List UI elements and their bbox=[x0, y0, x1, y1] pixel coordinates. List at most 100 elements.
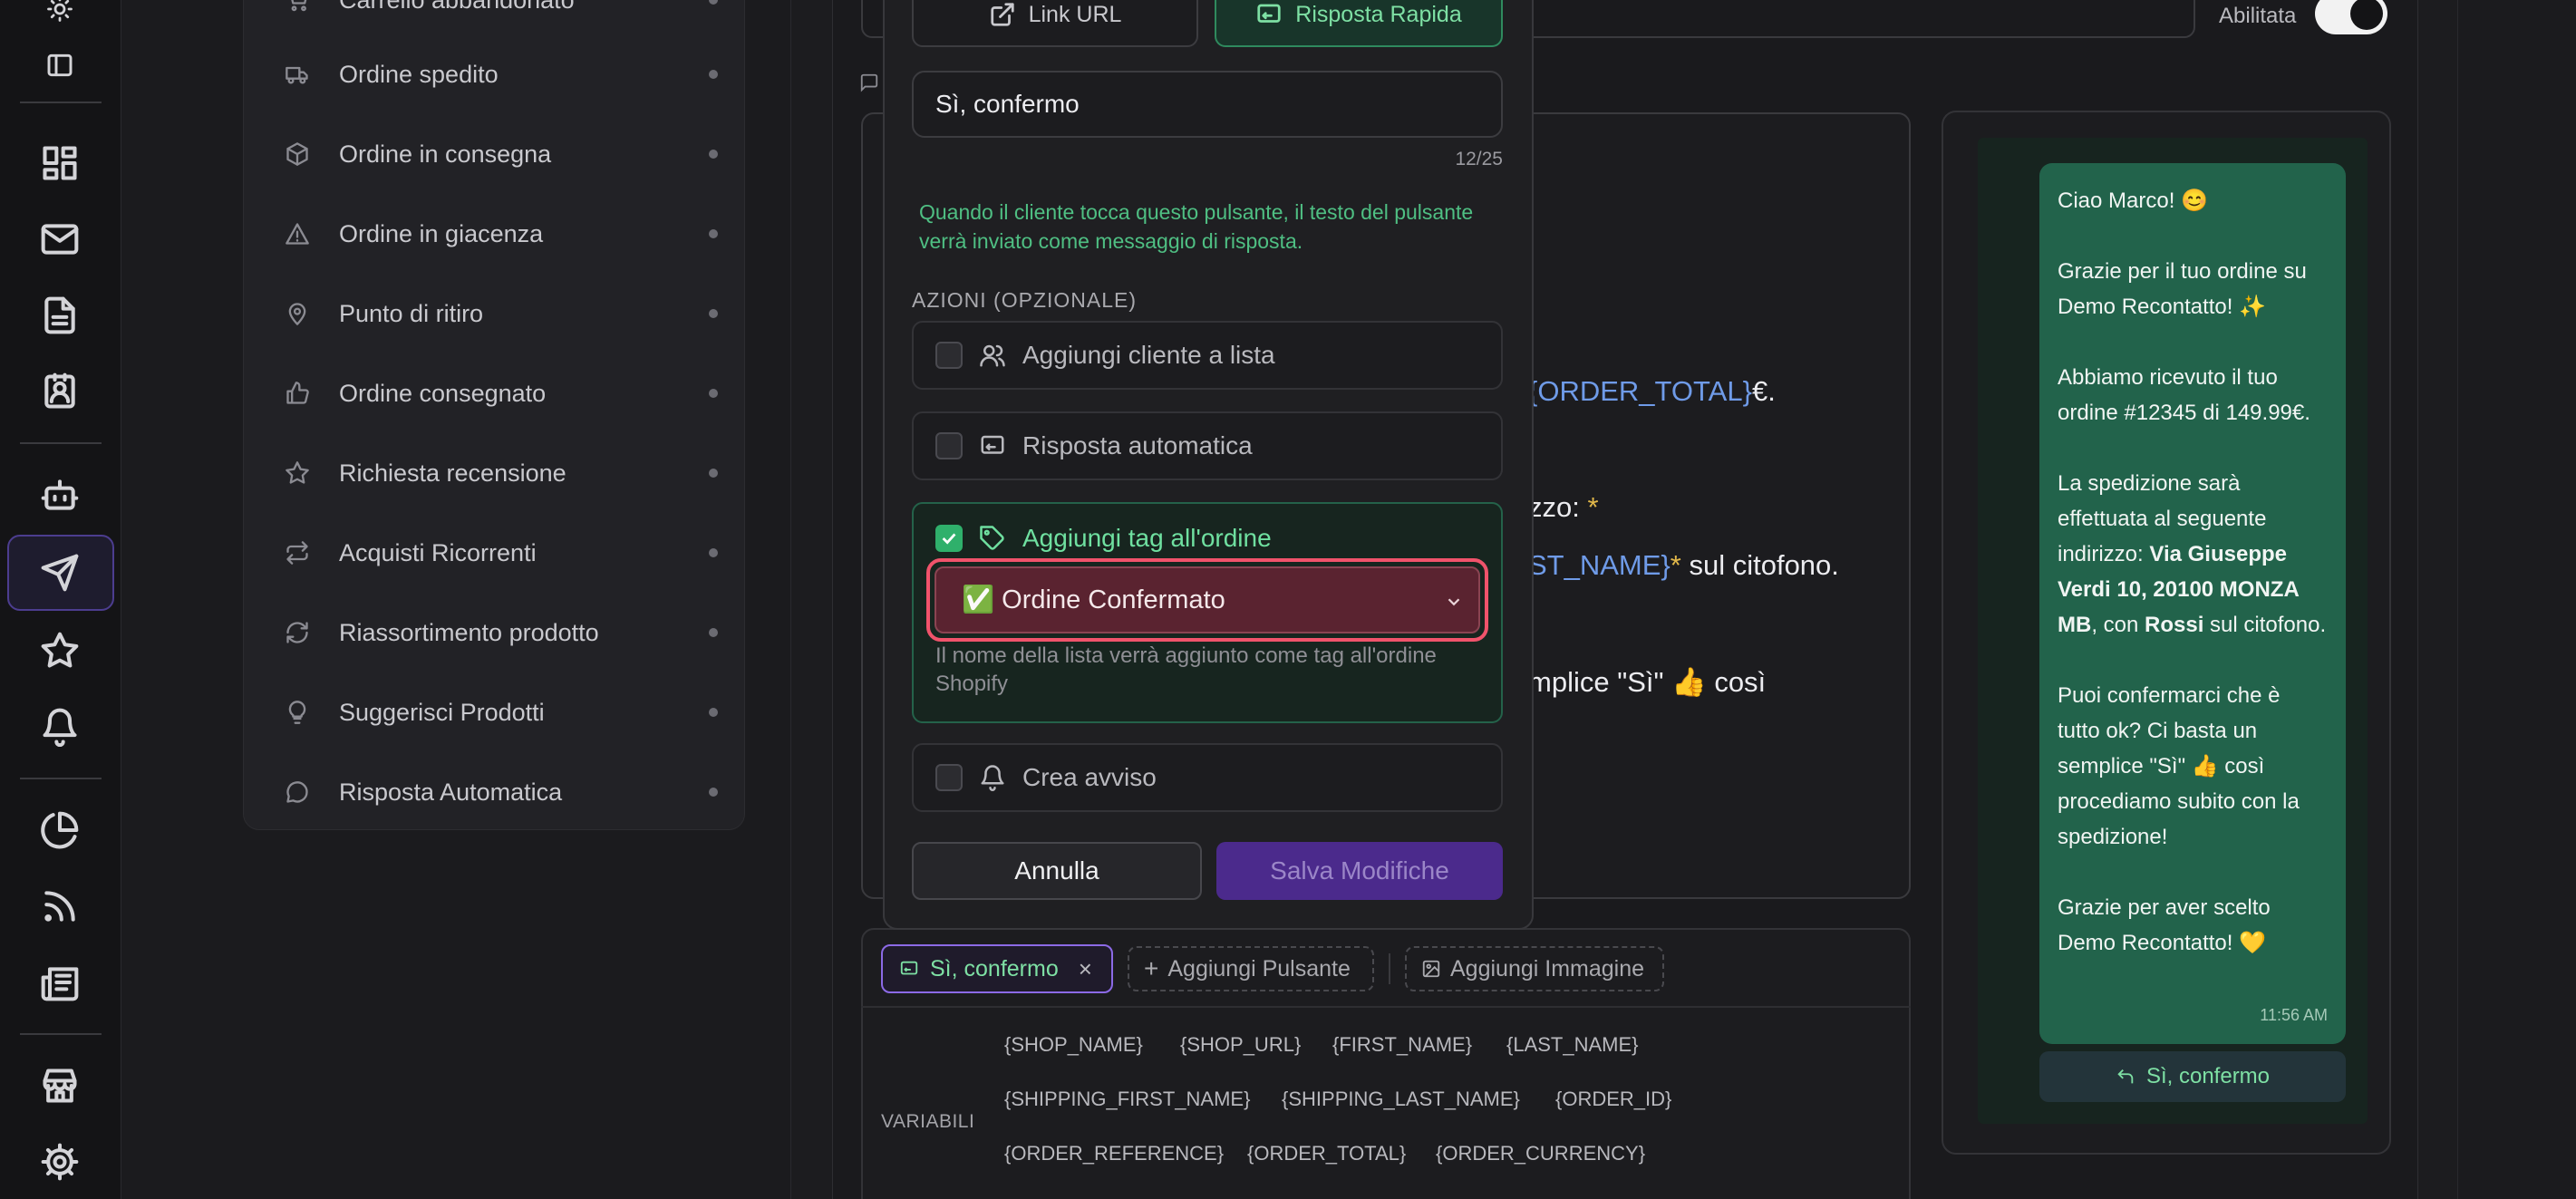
enabled-toggle-label: Abilitata bbox=[2219, 4, 2297, 28]
store-icon[interactable] bbox=[34, 1060, 85, 1111]
pie-chart-icon[interactable] bbox=[34, 805, 85, 856]
template-item-label: Punto di ritiro bbox=[339, 299, 484, 327]
status-dot bbox=[709, 229, 718, 238]
map-pin-icon bbox=[288, 303, 306, 325]
action-create-alert[interactable]: Crea avviso bbox=[912, 743, 1503, 812]
char-counter: 12/25 bbox=[1455, 149, 1503, 169]
action-auto-reply[interactable]: Risposta automatica bbox=[912, 411, 1503, 480]
sun-icon[interactable] bbox=[34, 0, 85, 34]
variable-chip[interactable]: {SHOP_NAME} bbox=[1004, 1033, 1143, 1057]
bubble-line: Abbiamo ricevuto il tuo ordine #12345 di… bbox=[2058, 365, 2310, 425]
rss-icon[interactable] bbox=[34, 881, 85, 932]
save-button[interactable]: Salva Modifiche bbox=[1216, 842, 1503, 900]
tag-hint: Il nome della lista verrà aggiunto come … bbox=[935, 643, 1437, 696]
checkbox[interactable] bbox=[935, 342, 963, 369]
checkbox[interactable] bbox=[935, 432, 963, 459]
button-text-input[interactable]: Sì, confermo bbox=[912, 71, 1503, 138]
template-item[interactable]: Richiesta recensione bbox=[285, 446, 718, 500]
warning-icon bbox=[286, 223, 309, 245]
newspaper-icon[interactable] bbox=[34, 957, 85, 1008]
status-dot bbox=[709, 788, 718, 797]
bubble-line: Grazie per aver scelto Demo Recontatto! … bbox=[2058, 895, 2271, 955]
bell-icon[interactable] bbox=[34, 701, 85, 752]
checkbox[interactable] bbox=[935, 764, 963, 791]
template-item-label: Ordine consegnato bbox=[339, 379, 547, 407]
add-button-chip[interactable]: + Aggiungi Pulsante bbox=[1128, 946, 1374, 991]
template-item[interactable]: Ordine in consegna bbox=[285, 127, 718, 181]
tag-icon bbox=[980, 526, 1004, 550]
editor-fragment-address: zzo: * bbox=[1528, 491, 1599, 523]
plus-icon: + bbox=[1144, 954, 1159, 982]
template-item-label: Ordine in giacenza bbox=[339, 219, 544, 247]
bubble-line: Puoi confermarci che è tutto ok? Ci bast… bbox=[2058, 683, 2300, 849]
dashboard-icon[interactable] bbox=[34, 138, 85, 189]
contact-card-icon[interactable] bbox=[34, 366, 85, 417]
document-icon[interactable] bbox=[34, 290, 85, 341]
mail-icon[interactable] bbox=[34, 214, 85, 265]
action-add-to-list[interactable]: Aggiungi cliente a lista bbox=[912, 321, 1503, 390]
variable-chip[interactable]: {ORDER_CURRENCY} bbox=[1436, 1142, 1645, 1165]
lightbulb-icon bbox=[288, 701, 306, 724]
template-item[interactable]: Riassortimento prodotto bbox=[285, 605, 718, 660]
tab-link-url[interactable]: Link URL bbox=[912, 0, 1198, 47]
users-icon bbox=[980, 344, 1005, 367]
tab-quick-reply[interactable]: Risposta Rapida bbox=[1215, 0, 1503, 47]
template-item[interactable]: Ordine in giacenza bbox=[285, 207, 718, 261]
status-dot bbox=[709, 708, 718, 717]
repeat-icon bbox=[286, 541, 308, 565]
message-bubble: Ciao Marco! 😊 Grazie per il tuo ordine s… bbox=[2039, 163, 2346, 1044]
template-item-label: Ordine spedito bbox=[339, 60, 499, 88]
template-item-label: Suggerisci Prodotti bbox=[339, 698, 545, 726]
template-item[interactable]: Punto di ritiro bbox=[285, 286, 718, 341]
status-dot bbox=[709, 0, 718, 5]
quick-reply-chip[interactable]: Sì, confermo × bbox=[881, 944, 1113, 993]
variable-chip[interactable]: {LAST_NAME} bbox=[1506, 1033, 1639, 1057]
variable-chip[interactable]: {ORDER_ID} bbox=[1555, 1088, 1671, 1111]
variable-chip[interactable]: {SHIPPING_LAST_NAME} bbox=[1282, 1088, 1520, 1111]
template-item[interactable]: Ordine spedito bbox=[285, 47, 718, 102]
reply-icon bbox=[2117, 1069, 2134, 1084]
cancel-button[interactable]: Annulla bbox=[912, 842, 1202, 900]
gear-icon[interactable] bbox=[34, 1136, 85, 1187]
message-reply-icon bbox=[1257, 4, 1281, 23]
preview-quick-reply[interactable]: Sì, confermo bbox=[2039, 1051, 2346, 1102]
template-item[interactable]: Acquisti Ricorrenti bbox=[285, 526, 718, 580]
message-time: 11:56 AM bbox=[2260, 1006, 2328, 1024]
sidebar-toggle-icon[interactable] bbox=[34, 40, 85, 91]
enabled-toggle[interactable] bbox=[2315, 0, 2387, 34]
variable-chip[interactable]: {FIRST_NAME} bbox=[1332, 1033, 1472, 1057]
truck-icon bbox=[286, 66, 308, 84]
remove-chip-icon[interactable]: × bbox=[1079, 955, 1092, 983]
status-dot bbox=[709, 389, 718, 398]
actions-title: AZIONI (OPZIONALE) bbox=[912, 288, 1138, 312]
icon-rail bbox=[0, 0, 121, 1199]
bell-icon bbox=[981, 765, 1004, 791]
bubble-line: Grazie per il tuo ordine su Demo Reconta… bbox=[2058, 259, 2307, 319]
tag-select[interactable]: ✅ Ordine Confermato bbox=[935, 566, 1480, 633]
variables-label: VARIABILI bbox=[881, 1111, 975, 1132]
variable-chip[interactable]: {ORDER_REFERENCE} bbox=[1004, 1142, 1224, 1165]
template-item[interactable]: Suggerisci Prodotti bbox=[285, 685, 718, 740]
star-icon[interactable] bbox=[34, 625, 85, 676]
variable-chip[interactable]: {ORDER_TOTAL} bbox=[1247, 1142, 1406, 1165]
template-item[interactable]: Carrello abbandonato bbox=[285, 0, 718, 27]
checkbox-checked[interactable] bbox=[935, 525, 963, 552]
bubble-line: Ciao Marco! 😊 bbox=[2058, 189, 2208, 213]
tag-select-focus-ring: ✅ Ordine Confermato bbox=[926, 558, 1488, 642]
image-icon bbox=[1422, 960, 1440, 978]
template-item-label: Acquisti Ricorrenti bbox=[339, 538, 537, 566]
variable-chip[interactable]: {SHOP_URL} bbox=[1180, 1033, 1301, 1057]
send-icon[interactable] bbox=[34, 547, 85, 598]
template-item-label: Carrello abbandonato bbox=[339, 0, 709, 15]
template-item[interactable]: Ordine consegnato bbox=[285, 366, 718, 421]
add-image-chip[interactable]: Aggiungi Immagine bbox=[1405, 946, 1664, 991]
bubble-line: La spedizione sarà effettuata al seguent… bbox=[2058, 471, 2327, 637]
message-reply-icon bbox=[981, 435, 1004, 454]
status-dot bbox=[709, 628, 718, 637]
bot-icon[interactable] bbox=[34, 469, 85, 520]
message-reply-icon bbox=[900, 961, 918, 975]
refresh-icon bbox=[286, 622, 308, 643]
status-dot bbox=[709, 548, 718, 557]
template-item[interactable]: Risposta Automatica bbox=[285, 765, 718, 819]
variable-chip[interactable]: {SHIPPING_FIRST_NAME} bbox=[1004, 1088, 1250, 1111]
